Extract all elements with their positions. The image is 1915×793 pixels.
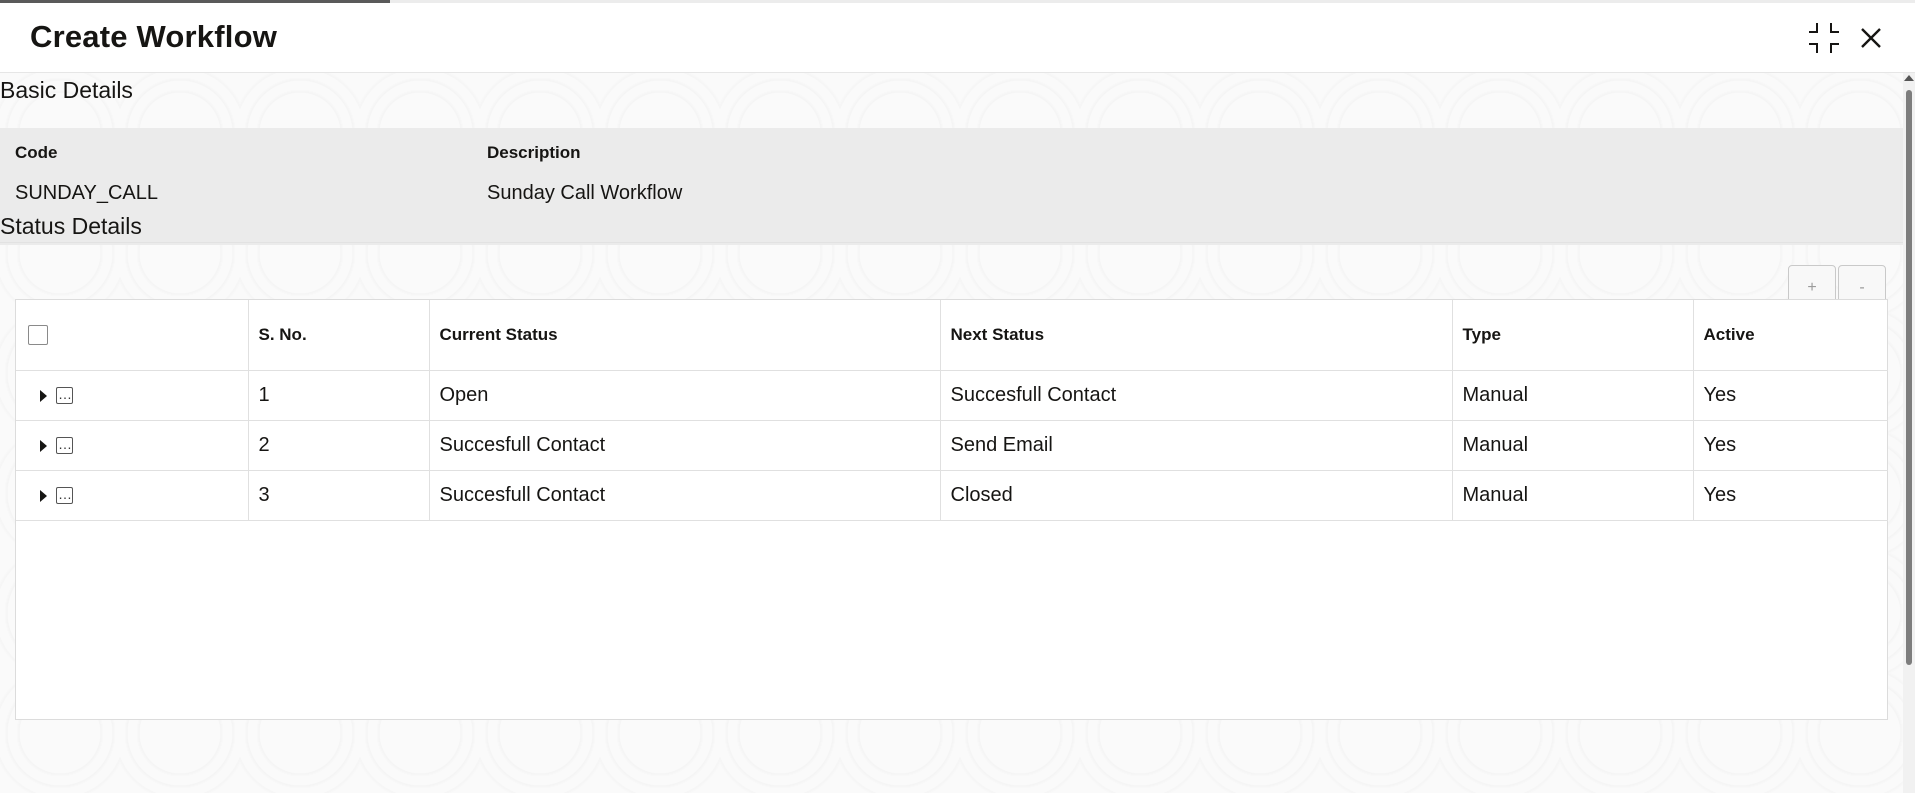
column-header-next-status[interactable]: Next Status: [940, 300, 1453, 371]
table-row[interactable]: 2 Succesfull Contact Send Email Manual Y…: [16, 420, 1888, 471]
expand-row-icon[interactable]: [40, 389, 47, 402]
row-edit-icon[interactable]: [56, 487, 73, 504]
column-header-sno[interactable]: S. No.: [248, 300, 430, 371]
basic-details-panel: Code SUNDAY_CALL Description Sunday Call…: [0, 128, 1903, 245]
cell-next-status: Closed: [940, 470, 1453, 521]
row-edit-icon[interactable]: [56, 437, 73, 454]
scrollbar-thumb[interactable]: [1906, 90, 1912, 665]
description-label: Description: [487, 143, 581, 162]
dialog-content: Basic Details Code SUNDAY_CALL Descripti…: [0, 73, 1903, 793]
section-divider: [0, 242, 1903, 243]
cell-sno: 2: [248, 420, 430, 471]
cell-active: Yes: [1693, 420, 1888, 471]
dialog-header: Create Workflow: [0, 3, 1915, 73]
expand-row-icon[interactable]: [40, 489, 47, 502]
column-header-type[interactable]: Type: [1452, 300, 1694, 371]
column-header-current-status[interactable]: Current Status: [429, 300, 941, 371]
close-icon[interactable]: [1853, 20, 1889, 56]
column-header-active[interactable]: Active: [1693, 300, 1888, 371]
select-all-checkbox[interactable]: [28, 325, 48, 346]
cell-next-status: Send Email: [940, 420, 1453, 471]
status-table: S. No. Current Status Next Status Type A…: [15, 299, 1888, 720]
code-label: Code: [15, 143, 58, 162]
cell-sno: 3: [248, 470, 430, 521]
cell-type: Manual: [1452, 420, 1694, 471]
basic-details-heading: Basic Details: [0, 77, 133, 103]
cell-type: Manual: [1452, 470, 1694, 521]
cell-current-status: Succesfull Contact: [429, 420, 941, 471]
cell-sno: 1: [248, 370, 430, 421]
description-value: Sunday Call Workflow: [487, 182, 683, 204]
code-value: SUNDAY_CALL: [15, 182, 159, 204]
status-details-heading: Status Details: [0, 213, 142, 239]
cell-type: Manual: [1452, 370, 1694, 421]
row-edit-icon[interactable]: [56, 387, 73, 404]
cell-current-status: Succesfull Contact: [429, 470, 941, 521]
expand-row-icon[interactable]: [40, 439, 47, 452]
scroll-up-arrow-icon[interactable]: [1904, 75, 1914, 81]
cell-current-status: Open: [429, 370, 941, 421]
table-header-row: S. No. Current Status Next Status Type A…: [16, 300, 1888, 371]
cell-next-status: Succesfull Contact: [940, 370, 1453, 421]
dialog-title: Create Workflow: [30, 19, 278, 54]
cell-active: Yes: [1693, 370, 1888, 421]
collapse-icon[interactable]: [1806, 20, 1842, 56]
cell-active: Yes: [1693, 470, 1888, 521]
table-row[interactable]: 1 Open Succesfull Contact Manual Yes: [16, 370, 1888, 421]
table-row[interactable]: 3 Succesfull Contact Closed Manual Yes: [16, 470, 1888, 521]
